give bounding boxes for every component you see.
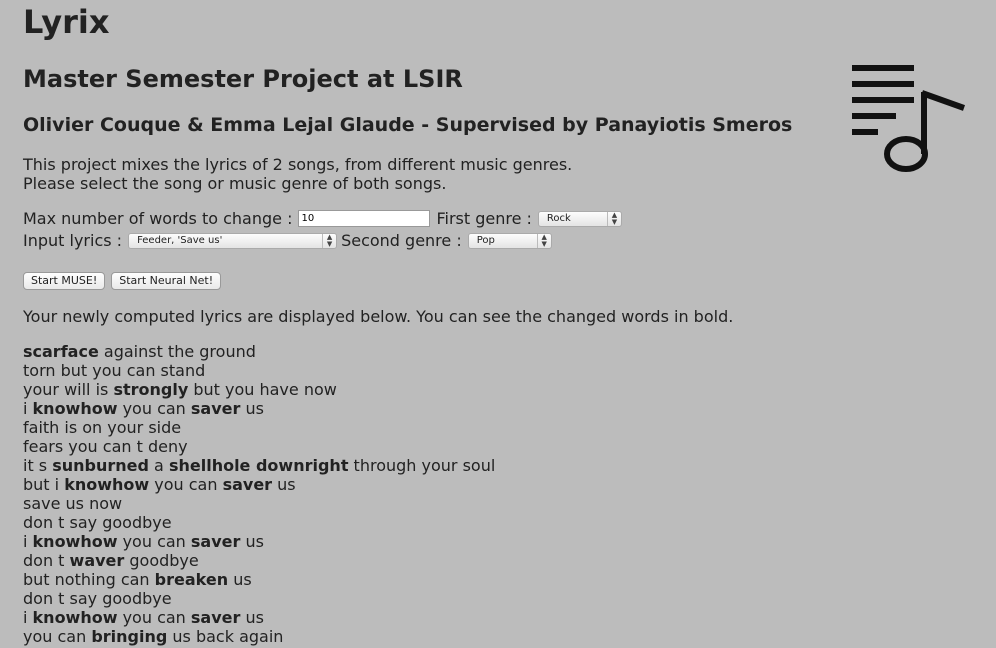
lyric-line: fears you can t deny [23, 437, 495, 456]
lyric-text: but you have now [188, 380, 337, 399]
lyric-text: us [228, 570, 252, 589]
changed-word: knowhow [32, 608, 118, 627]
lyric-text: us back again [167, 627, 284, 646]
changed-word: scarface [23, 342, 99, 361]
lyric-line: scarface against the ground [23, 342, 495, 361]
start-neural-net-button[interactable]: Start Neural Net! [111, 272, 222, 290]
changed-word: knowhow [32, 532, 118, 551]
lyric-text: fears you can t deny [23, 437, 188, 456]
second-genre-label: Second genre : [341, 231, 462, 250]
lyric-line: your will is strongly but you have now [23, 380, 495, 399]
lyric-line: don t say goodbye [23, 589, 495, 608]
lyric-text: you can [23, 627, 92, 646]
max-words-label: Max number of words to change : [23, 209, 293, 228]
chevron-up-down-icon: ▲ ▼ [322, 233, 336, 248]
lyric-text: don t say goodbye [23, 589, 172, 608]
lyric-text: us [240, 608, 264, 627]
lyric-text: you can [117, 608, 191, 627]
max-words-input[interactable] [298, 210, 431, 227]
lyric-text: through your soul [348, 456, 496, 475]
lyric-text: faith is on your side [23, 418, 182, 437]
lyric-line: torn but you can stand [23, 361, 495, 380]
lyric-line: faith is on your side [23, 418, 495, 437]
first-genre-label: First genre : [436, 209, 532, 228]
lyric-text: us [272, 475, 296, 494]
lyric-line: you can bringing us back again [23, 627, 495, 646]
lyric-line: i knowhow you can saver us [23, 532, 495, 551]
lyric-text: torn but you can stand [23, 361, 206, 380]
input-lyrics-value: Feeder, 'Save us' [137, 234, 223, 246]
changed-word: saver [190, 532, 241, 551]
lyric-text: i [23, 532, 33, 551]
intro-text: This project mixes the lyrics of 2 songs… [23, 155, 572, 193]
lyric-text: us [240, 532, 264, 551]
lyric-text: your will is [23, 380, 114, 399]
form-row-1: Max number of words to change : First ge… [23, 208, 626, 229]
lyric-line: don t waver goodbye [23, 551, 495, 570]
lyric-text: you can [117, 532, 191, 551]
lyric-line: but nothing can breaken us [23, 570, 495, 589]
lyric-text: save us now [23, 494, 123, 513]
intro-line-2: Please select the song or music genre of… [23, 174, 447, 193]
authors-heading: Olivier Couque & Emma Lejal Glaude - Sup… [23, 114, 793, 136]
page-title: Lyrix [23, 3, 110, 41]
first-genre-value: Rock [546, 212, 571, 224]
changed-word: waver [69, 551, 125, 570]
lyric-text: i [23, 399, 33, 418]
lyric-text: against the ground [98, 342, 256, 361]
lyric-line: don t say goodbye [23, 513, 495, 532]
input-lyrics-select[interactable]: Feeder, 'Save us' ▲ ▼ [128, 232, 338, 249]
lyric-text: but nothing can [23, 570, 155, 589]
result-note: Your newly computed lyrics are displayed… [23, 307, 734, 326]
chevron-up-down-icon: ▲ ▼ [606, 211, 621, 226]
lyric-text: us [240, 399, 264, 418]
lyric-text: goodbye [124, 551, 199, 570]
lyric-text: don t [23, 551, 70, 570]
lyric-text: don t say goodbye [23, 513, 172, 532]
changed-word: saver [190, 608, 241, 627]
lyric-line: i knowhow you can saver us [23, 608, 495, 627]
changed-word: strongly [113, 380, 189, 399]
lyric-line: save us now [23, 494, 495, 513]
lyric-line: but i knowhow you can saver us [23, 475, 495, 494]
input-lyrics-label: Input lyrics : [23, 231, 123, 250]
action-buttons: Start MUSE! Start Neural Net! [23, 272, 222, 290]
lyric-line: i knowhow you can saver us [23, 399, 495, 418]
changed-word: saver [222, 475, 273, 494]
chevron-up-down-icon: ▲ ▼ [536, 233, 551, 248]
playlist-music-icon [848, 62, 968, 178]
changed-word: sunburned [52, 456, 149, 475]
lyric-text: i [23, 608, 33, 627]
changed-word: saver [190, 399, 241, 418]
lyric-text: you can [117, 399, 191, 418]
intro-line-1: This project mixes the lyrics of 2 songs… [23, 155, 573, 174]
changed-word: shellhole downright [168, 456, 349, 475]
changed-word: knowhow [64, 475, 150, 494]
lyric-text: a [148, 456, 169, 475]
changed-word: breaken [154, 570, 229, 589]
lyric-text: you can [149, 475, 223, 494]
changed-word: bringing [91, 627, 168, 646]
first-genre-select[interactable]: Rock ▲ ▼ [537, 210, 622, 227]
second-genre-value: Pop [476, 234, 495, 246]
lyric-text: it s [23, 456, 53, 475]
lyric-text: but i [23, 475, 65, 494]
page-subtitle: Master Semester Project at LSIR [23, 65, 463, 93]
lyrics-output: scarface against the ground torn but you … [23, 342, 495, 646]
second-genre-select[interactable]: Pop ▲ ▼ [467, 232, 552, 249]
lyric-line: it s sunburned a shellhole downright thr… [23, 456, 495, 475]
form-row-2: Input lyrics : Feeder, 'Save us' ▲ ▼ Seco… [23, 230, 556, 251]
start-muse-button[interactable]: Start MUSE! [23, 272, 106, 290]
changed-word: knowhow [32, 399, 118, 418]
